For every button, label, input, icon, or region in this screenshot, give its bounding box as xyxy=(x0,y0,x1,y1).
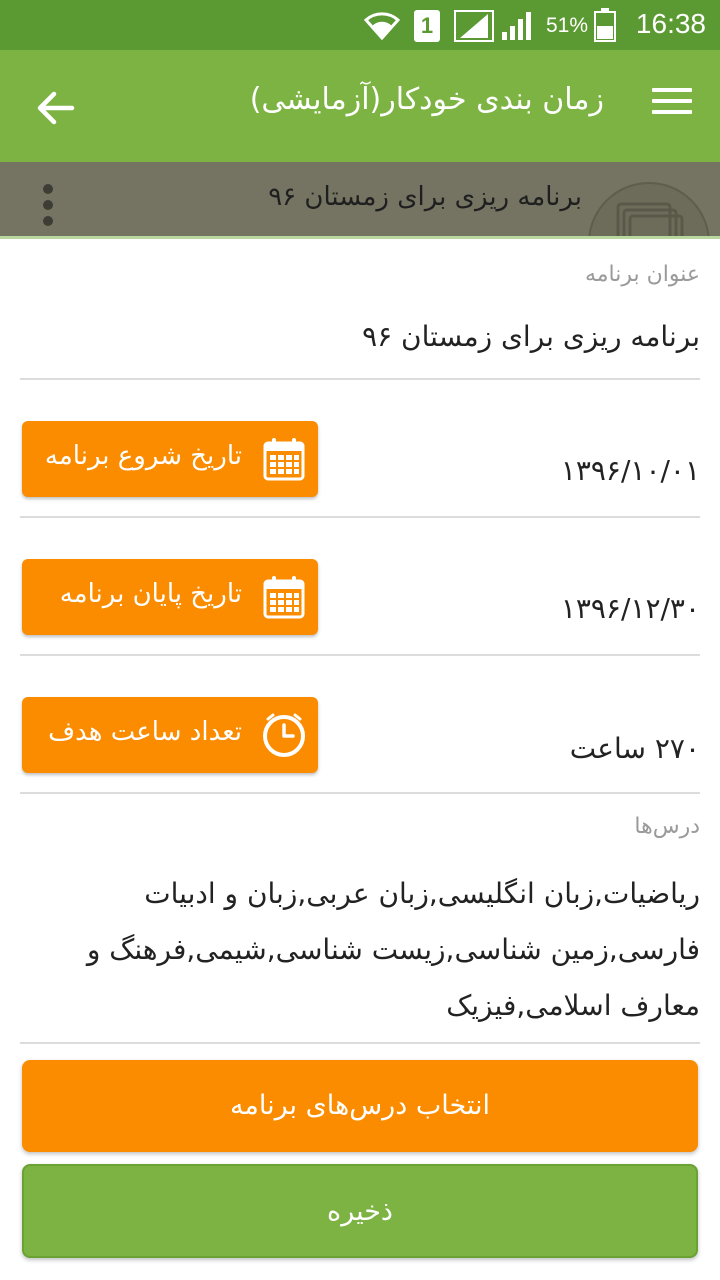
status-time: 16:38 xyxy=(635,8,706,39)
signal-icon xyxy=(454,10,494,42)
divider xyxy=(20,516,700,518)
sim-icon: 1 xyxy=(414,10,440,42)
signal-icon-2 xyxy=(502,12,531,40)
end-date-button-label: تاریخ پایان برنامه xyxy=(59,579,242,609)
start-date-button[interactable]: تاریخ شروع برنامه xyxy=(22,421,318,497)
start-date-value: ۱۳۹۶/۱۰/۰۱ xyxy=(560,454,700,487)
target-hours-button[interactable]: تعداد ساعت هدف xyxy=(22,697,318,773)
program-title-label: عنوان برنامه xyxy=(584,262,700,287)
status-bar: 1 51% 16:38 xyxy=(0,0,720,50)
select-lessons-button-label: انتخاب درس‌های برنامه xyxy=(229,1090,491,1121)
divider xyxy=(20,378,700,380)
end-date-button[interactable]: تاریخ پایان برنامه xyxy=(22,559,318,635)
program-title-input[interactable]: برنامه ریزی برای زمستان ۹۶ xyxy=(362,320,700,353)
header-divider xyxy=(0,236,720,239)
more-vert-icon[interactable] xyxy=(40,184,56,230)
program-header: برنامه ریزی برای زمستان ۹۶ xyxy=(0,162,720,236)
clock-icon xyxy=(263,713,305,757)
back-button[interactable] xyxy=(28,80,84,136)
hamburger-menu-button[interactable] xyxy=(652,88,692,124)
battery-percent: 51% xyxy=(545,14,588,37)
save-button-label: ذخیره xyxy=(327,1196,393,1227)
divider xyxy=(20,792,700,794)
page-title: زمان بندی خودکار(آزمایشی) xyxy=(249,82,604,117)
stacked-cards-icon xyxy=(616,202,684,236)
program-avatar xyxy=(588,182,710,236)
divider xyxy=(20,1042,700,1044)
calendar-icon xyxy=(263,438,305,481)
target-hours-value: ۲۷۰ ساعت xyxy=(569,732,700,765)
target-hours-button-label: تعداد ساعت هدف xyxy=(48,717,242,747)
select-lessons-button[interactable]: انتخاب درس‌های برنامه xyxy=(22,1060,698,1152)
program-header-title: برنامه ریزی برای زمستان ۹۶ xyxy=(268,182,582,212)
lessons-label: درس‌ها xyxy=(634,814,700,839)
battery-icon xyxy=(594,8,616,42)
calendar-icon xyxy=(263,576,305,619)
lessons-value: ریاضیات,زبان انگلیسی,زبان عربی,زبان و اد… xyxy=(86,877,700,1022)
app-bar: زمان بندی خودکار(آزمایشی) xyxy=(0,50,720,162)
end-date-value: ۱۳۹۶/۱۲/۳۰ xyxy=(560,592,700,625)
save-button[interactable]: ذخیره xyxy=(22,1164,698,1258)
divider xyxy=(20,654,700,656)
wifi-icon xyxy=(363,12,401,41)
hamburger-menu-icon xyxy=(652,88,692,114)
back-arrow-icon xyxy=(37,91,75,125)
start-date-button-label: تاریخ شروع برنامه xyxy=(44,441,242,471)
